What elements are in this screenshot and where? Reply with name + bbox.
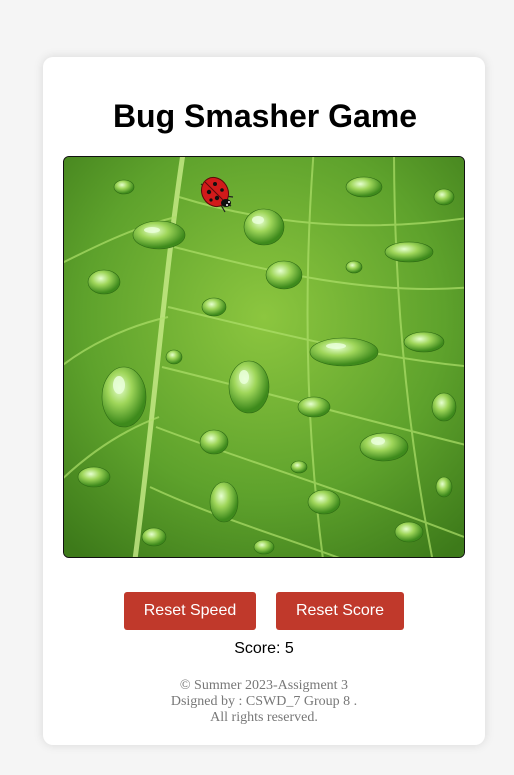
reset-score-button[interactable]: Reset Score [276,592,404,630]
page-title: Bug Smasher Game [112,98,418,134]
leaf-background [64,157,464,557]
footer-rights: All rights reserved. [210,710,318,725]
footer-designer: Dsigned by : CSWD_7 Group 8 . [170,694,358,709]
footer-copyright: © Summer 2023-Assigment 3 [179,678,349,693]
score-display: Score: 5 [234,640,294,657]
footer: © Summer 2023-Assigment 3 Dsigned by : C… [0,678,514,726]
reset-speed-button[interactable]: Reset Speed [124,592,256,630]
game-board[interactable] [63,156,465,558]
ladybug-icon[interactable] [195,172,239,218]
